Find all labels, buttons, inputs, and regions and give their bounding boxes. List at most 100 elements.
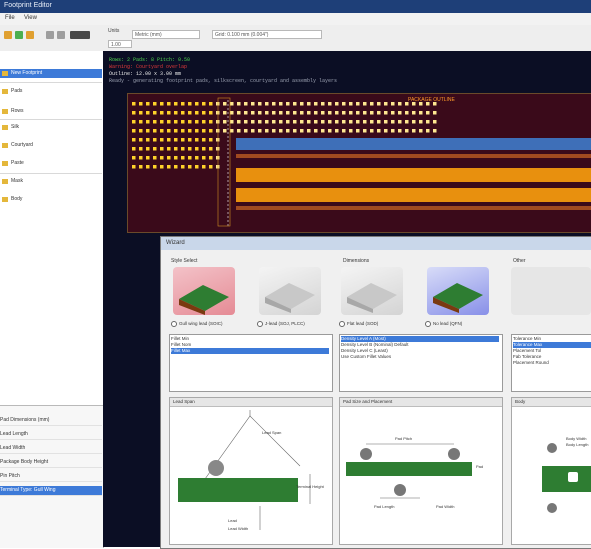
prop-row-selected[interactable]: Terminal Type: Gull Wing (0, 486, 102, 496)
pad-dot (202, 156, 206, 160)
svg-text:Body Width: Body Width (566, 436, 586, 441)
toolbar: Units Metric (mm) Grid: 0.100 mm (0.004"… (0, 25, 591, 52)
pad-dot (300, 111, 304, 115)
pad-dot (349, 129, 353, 133)
pad-dot (426, 129, 430, 133)
pad-dot (272, 102, 276, 106)
tree-item-new-footprint[interactable]: New Footprint (0, 69, 102, 78)
prop-row[interactable]: Lead Length (0, 430, 102, 440)
prop-row[interactable]: Pin Pitch (0, 472, 102, 482)
pad-dot (321, 111, 325, 115)
thumb-gull-wing[interactable] (173, 267, 235, 315)
pad-dot (377, 102, 381, 106)
pad-dot (314, 111, 318, 115)
run-icon[interactable] (15, 31, 23, 39)
pad-dot (153, 156, 157, 160)
list-item[interactable]: Placement Round (513, 360, 591, 366)
pad-dot (209, 147, 213, 151)
tree-item-paste[interactable]: Paste (0, 159, 102, 168)
option-gull-wing[interactable]: Gull wing lead (SOIC) (171, 321, 223, 327)
thumb-no-lead[interactable] (427, 267, 489, 315)
thumb-j-lead[interactable] (259, 267, 321, 315)
tree-item-courtyard[interactable]: Courtyard (0, 141, 102, 150)
tree-item-mask[interactable]: Mask (0, 177, 102, 186)
pad-dot (167, 102, 171, 106)
pad-dot (370, 111, 374, 115)
pad-dot (209, 138, 213, 142)
pad-dot (426, 102, 430, 106)
prop-row[interactable]: Package Body Height (0, 458, 102, 468)
pad-dot (195, 120, 199, 124)
option-j-lead[interactable]: J-lead (SOJ, PLCC) (257, 321, 305, 327)
pad-dot (398, 111, 402, 115)
fillet-list[interactable]: Fillet Min Fillet Nom Fillet Max (169, 334, 333, 392)
density-list[interactable]: Density Level A (Most) Density Level B (… (339, 334, 503, 392)
menu-view[interactable]: View (24, 15, 37, 21)
pad-dot (405, 102, 409, 106)
zoom-icon[interactable] (46, 31, 54, 39)
pad-dot (279, 111, 283, 115)
tree-item-pads[interactable]: Pads (0, 87, 102, 96)
pad-dot (251, 120, 255, 124)
pad-dot (195, 147, 199, 151)
pad-dot (209, 129, 213, 133)
display-icon[interactable] (70, 31, 90, 39)
pad-dot (398, 129, 402, 133)
footprint-layout[interactable]: PACKAGE OUTLINE (127, 93, 591, 233)
pad-dot (419, 129, 423, 133)
list-item[interactable]: Use Custom Fillet Values (341, 354, 499, 360)
pad-dot (391, 129, 395, 133)
option-no-lead[interactable]: No lead (QFN) (425, 321, 462, 327)
pad-dot (363, 129, 367, 133)
prop-row[interactable]: Lead Width (0, 444, 102, 454)
pad-dot (146, 120, 150, 124)
pad-dot (181, 147, 185, 151)
zoom-out-icon[interactable] (57, 31, 65, 39)
folder-icon[interactable] (26, 31, 34, 39)
open-icon[interactable] (4, 31, 12, 39)
pad-dot (146, 138, 150, 142)
pad-bar-orange (236, 168, 591, 182)
pad-dot (188, 156, 192, 160)
pad-dot (132, 111, 136, 115)
pad-dot (153, 102, 157, 106)
group-label-dimensions: Dimensions (343, 258, 370, 264)
pad-dot (405, 111, 409, 115)
pad-dot (363, 102, 367, 106)
pad-dot (293, 129, 297, 133)
pad-dot (349, 102, 353, 106)
list-item-selected[interactable]: Fillet Max (171, 348, 329, 354)
pad-dot (174, 165, 178, 169)
pad-dot (258, 102, 262, 106)
pad-dot (307, 111, 311, 115)
zoom-field[interactable]: 1.00 (108, 40, 132, 48)
tree-item-silk[interactable]: Silk (0, 123, 102, 132)
pad-dot (251, 129, 255, 133)
thumb-flat-lead[interactable] (341, 267, 403, 315)
pad-dot (132, 129, 136, 133)
pad-dot (174, 120, 178, 124)
pad-dot (286, 102, 290, 106)
pad-dot (370, 129, 374, 133)
dialog-title: Wizard (161, 237, 591, 250)
units-select[interactable]: Metric (mm) (132, 30, 200, 39)
pad-dot (174, 102, 178, 106)
tolerance-list[interactable]: Tolerance Min Tolerance Max Placement To… (511, 334, 591, 392)
menu-file[interactable]: File (5, 15, 15, 21)
pad-dot (328, 111, 332, 115)
body-diagram: Body Width Body Length (542, 436, 591, 513)
pad-dot (307, 102, 311, 106)
tree-item-body[interactable]: Body (0, 195, 102, 204)
prop-row[interactable]: Pad Dimensions (mm) (0, 416, 102, 426)
option-flat-lead[interactable]: Flat lead (SOD) (339, 321, 378, 327)
pad-dot (146, 102, 150, 106)
pad-dot (265, 102, 269, 106)
grid-select[interactable]: Grid: 0.100 mm (0.004") (212, 30, 322, 39)
pad-dot (202, 102, 206, 106)
pad-dot (258, 120, 262, 124)
pad-dot (279, 102, 283, 106)
layout-graphic: PACKAGE OUTLINE (132, 97, 591, 227)
pad-dot (356, 102, 360, 106)
tree-item-rows[interactable]: Rows (0, 107, 102, 116)
pad-dot (419, 102, 423, 106)
